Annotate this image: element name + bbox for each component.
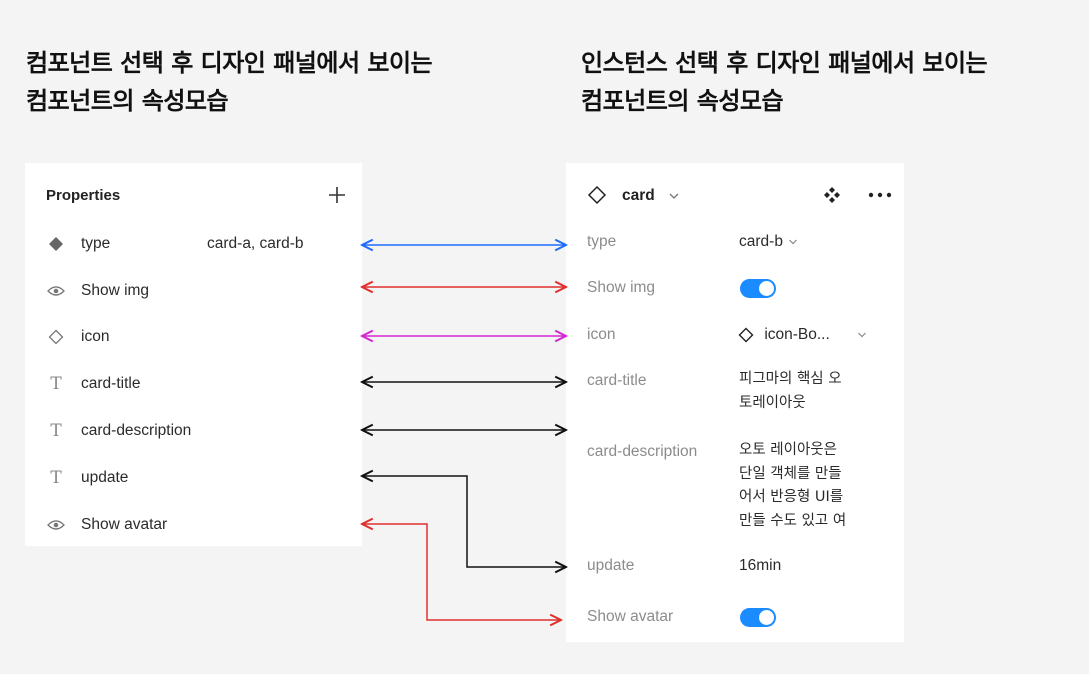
property-row-type[interactable]: type card-a, card-b [25,229,362,259]
chevron-down-icon[interactable] [667,189,681,203]
right-heading: 인스턴스 선택 후 디자인 패널에서 보이는 컴포넌트의 속성모습 [581,44,988,120]
property-label: Show avatar [81,516,168,533]
update-connector-arrow [362,476,566,567]
instance-prop-label-icon: icon [587,326,616,343]
variant-value: card-b [739,233,783,250]
more-options-icon[interactable] [866,185,894,205]
text-icon: T [50,421,62,441]
text-line: 피그마의 핵심 오 [739,371,842,387]
text-line: 토레이아웃 [739,394,806,411]
property-label: Show img [81,282,150,299]
instance-prop-label-show-avatar: Show avatar [587,608,674,625]
diamond-outline-icon [587,185,607,205]
show-avatar-toggle[interactable] [740,608,776,627]
property-label: card-description [81,422,192,439]
toggle-knob [759,281,774,296]
component-properties-panel: Properties type card-a, card-b Show img … [25,163,362,546]
plus-icon[interactable] [327,185,347,205]
card-title-text-field[interactable]: 피그마의 핵심 오 토레이아웃 [739,368,879,415]
property-row-card-description[interactable]: T card-description [25,416,362,446]
toggle-knob [759,610,774,625]
text-icon: T [50,374,62,394]
property-label: card-title [81,375,141,392]
property-row-update[interactable]: T update [25,463,362,493]
left-heading: 컴포넌트 선택 후 디자인 패널에서 보이는 컴포넌트의 속성모습 [26,44,433,120]
properties-title: Properties [46,187,121,204]
property-row-icon[interactable]: icon [25,322,362,352]
text-icon: T [50,468,62,488]
property-row-card-title[interactable]: T card-title [25,369,362,399]
text-line: 만들 수도 있고 여 [739,512,847,529]
text-line: 어서 반응형 UI를 [739,489,844,505]
eye-icon [47,516,65,534]
text-line: 오토 레이아웃은 [739,442,837,458]
chevron-down-icon[interactable] [856,329,868,341]
left-heading-line-1: 컴포넌트 선택 후 디자인 패널에서 보이는 [26,49,433,77]
property-row-show-avatar[interactable]: Show avatar [25,510,362,540]
instance-prop-label-card-title: card-title [587,372,647,389]
instance-swap-value: icon-Bo... [764,326,830,343]
property-label: icon [81,328,110,345]
instance-prop-label-card-description: card-description [587,443,698,460]
text-line: 단일 객체를 만들 [739,465,842,482]
update-text-field[interactable]: 16min [739,557,781,575]
diamond-outline-icon [47,328,65,346]
instance-prop-label-show-img: Show img [587,279,656,296]
right-heading-line-2: 컴포넌트의 속성모습 [581,87,784,115]
instance-icon[interactable] [822,185,842,205]
property-label: update [81,469,129,486]
instance-name[interactable]: card [622,187,655,205]
instance-properties-panel: card type card-b Show img icon icon-Bo..… [566,163,904,642]
variant-filled-diamond-icon [47,235,65,253]
variant-select[interactable]: card-b [739,233,799,251]
instance-prop-label-update: update [587,557,635,574]
left-heading-line-2: 컴포넌트의 속성모습 [26,87,229,115]
diamond-outline-icon [738,327,754,343]
property-value: card-a, card-b [207,235,304,252]
show-img-toggle[interactable] [740,279,776,298]
eye-icon [47,282,65,300]
property-row-show-img[interactable]: Show img [25,276,362,306]
right-heading-line-1: 인스턴스 선택 후 디자인 패널에서 보이는 [581,49,988,77]
card-description-text-field[interactable]: 오토 레이아웃은 단일 객체를 만들 어서 반응형 UI를 만들 수도 있고 여 [739,439,879,533]
show-avatar-connector-arrow [362,524,561,620]
instance-prop-label-type: type [587,233,617,250]
property-label: type [81,235,111,252]
chevron-down-icon [789,239,798,245]
figma-comparison-canvas: 컴포넌트 선택 후 디자인 패널에서 보이는 컴포넌트의 속성모습 인스턴스 선… [0,0,1089,674]
